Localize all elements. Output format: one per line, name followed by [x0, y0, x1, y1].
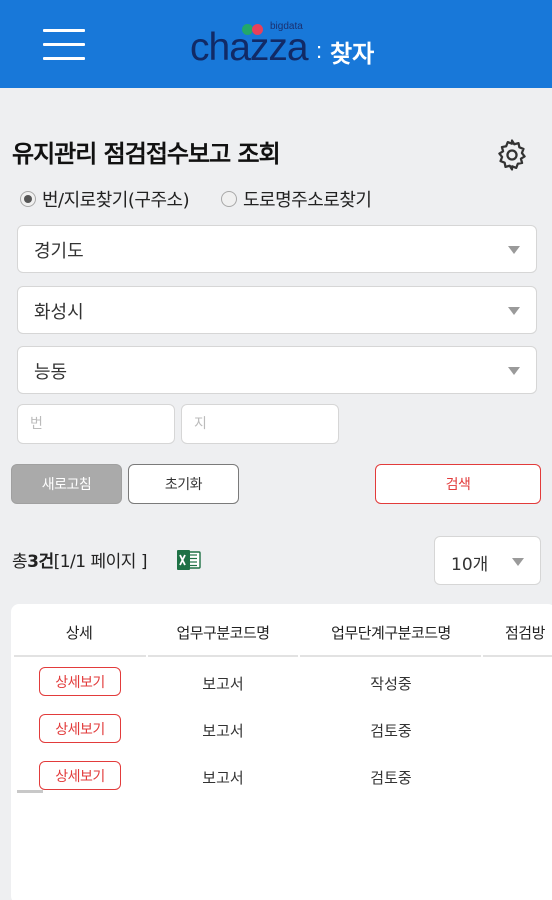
district-value: 능동: [34, 362, 68, 383]
excel-download-icon[interactable]: [176, 549, 202, 571]
column-header-task-stage: 업무단계구분코드명: [331, 624, 451, 642]
district-select[interactable]: 능동: [17, 346, 537, 394]
detail-view-button[interactable]: 상세보기: [39, 714, 121, 743]
column-header-detail: 상세: [65, 624, 93, 642]
radio-road-address[interactable]: 도로명주소로찾기: [221, 187, 372, 211]
logo-wordmark: chazza: [190, 26, 309, 69]
logo-colon: :: [316, 38, 323, 63]
detail-view-button[interactable]: 상세보기: [39, 761, 121, 790]
chevron-down-icon: [508, 367, 520, 375]
task-stage-cell: 작성중: [370, 675, 412, 693]
header-divider: [483, 655, 552, 657]
page-size-value: 10개: [451, 555, 489, 575]
city-value: 화성시: [34, 302, 84, 323]
detail-view-button[interactable]: 상세보기: [39, 667, 121, 696]
search-button[interactable]: 검색: [375, 464, 541, 504]
task-type-cell: 보고서: [202, 722, 244, 740]
menu-icon[interactable]: [43, 29, 85, 61]
results-table: 상세 업무구분코드명 업무단계구분코드명 점검방 상세보기 보고서 작성중 상세…: [11, 604, 552, 900]
task-stage-cell: 검토중: [370, 722, 412, 740]
province-select[interactable]: 경기도: [17, 225, 537, 273]
radio-jibun-label: 번/지로찾기(구주소): [42, 190, 190, 211]
task-type-cell: 보고서: [202, 675, 244, 693]
chevron-down-icon: [512, 558, 524, 566]
count-prefix: 총: [12, 552, 28, 572]
radio-selected-icon[interactable]: [20, 191, 36, 207]
ji-input[interactable]: [181, 404, 339, 444]
task-type-cell: 보고서: [202, 769, 244, 787]
city-select[interactable]: 화성시: [17, 286, 537, 334]
horizontal-scrollbar[interactable]: [17, 790, 43, 793]
gear-icon[interactable]: [495, 138, 529, 172]
count-value: 3건: [27, 552, 54, 572]
app-logo[interactable]: bigdata chazza : 찾자: [190, 20, 390, 70]
radio-unselected-icon[interactable]: [221, 191, 237, 207]
header-divider: [300, 655, 481, 657]
header-divider: [148, 655, 298, 657]
radio-road-label: 도로명주소로찾기: [243, 190, 372, 211]
refresh-button[interactable]: 새로고침: [11, 464, 122, 504]
reset-button[interactable]: 초기화: [128, 464, 239, 504]
radio-jibun-address[interactable]: 번/지로찾기(구주소): [20, 187, 190, 211]
bun-input[interactable]: [17, 404, 175, 444]
column-header-task-type: 업무구분코드명: [176, 624, 270, 642]
page-title: 유지관리 점검접수보고 조회: [12, 140, 281, 168]
province-value: 경기도: [34, 241, 84, 262]
header-divider: [14, 655, 146, 657]
result-count: 총 3건 [1/1 페이지 ]: [12, 547, 147, 572]
logo-korean: 찾자: [330, 40, 375, 68]
column-header-inspection: 점검방: [505, 624, 545, 642]
task-stage-cell: 검토중: [370, 769, 412, 787]
chevron-down-icon: [508, 246, 520, 254]
page-info: [1/1 페이지 ]: [53, 552, 148, 572]
app-header: bigdata chazza : 찾자: [0, 0, 552, 88]
chevron-down-icon: [508, 307, 520, 315]
page-size-select[interactable]: 10개: [434, 536, 541, 585]
